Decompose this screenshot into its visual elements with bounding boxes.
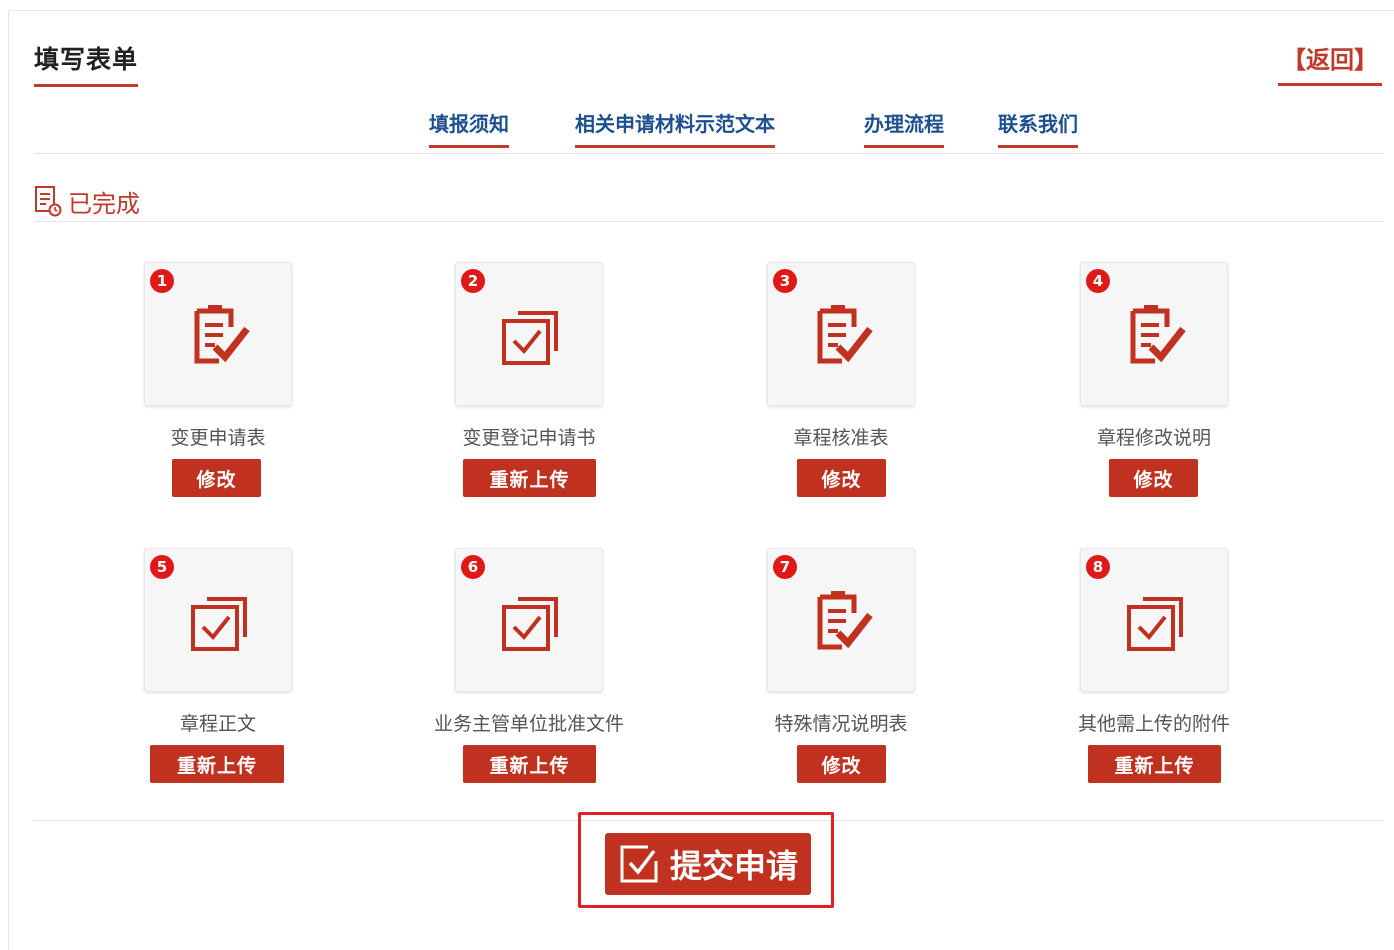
status-label: 已完成 — [68, 189, 140, 218]
reupload-button[interactable]: 重新上传 — [150, 745, 284, 783]
doc-card-5[interactable]: 5 — [144, 548, 292, 692]
upload-check-icon — [502, 597, 558, 651]
divider — [34, 153, 1384, 154]
form-check-icon — [194, 305, 250, 364]
step-number-badge: 1 — [150, 269, 174, 293]
doc-card-1[interactable]: 1 — [144, 262, 292, 406]
doc-label: 章程核准表 — [793, 427, 889, 449]
step-number-badge: 2 — [461, 269, 485, 293]
upload-check-icon — [1127, 597, 1183, 651]
doc-card-4[interactable]: 4 — [1080, 262, 1228, 406]
doc-label: 特殊情况说明表 — [774, 713, 908, 735]
reupload-button[interactable]: 重新上传 — [1088, 745, 1221, 783]
edit-button[interactable]: 修改 — [1109, 459, 1198, 497]
step-number-badge: 4 — [1086, 269, 1110, 293]
edit-button[interactable]: 修改 — [797, 459, 886, 497]
info-tabs: 填报须知 相关申请材料示范文本 办理流程 联系我们 — [0, 108, 1394, 152]
upload-check-icon — [502, 311, 558, 365]
tab-contact-us[interactable]: 联系我们 — [998, 108, 1078, 148]
back-link[interactable]: 【返回】 — [1278, 40, 1382, 86]
document-status-icon — [35, 186, 62, 217]
doc-label: 变更申请表 — [170, 427, 266, 449]
step-number-badge: 7 — [773, 555, 797, 579]
doc-card-3[interactable]: 3 — [767, 262, 915, 406]
divider — [34, 221, 1384, 222]
doc-label: 其他需上传的附件 — [1077, 713, 1230, 735]
doc-label: 章程正文 — [179, 713, 256, 735]
upload-check-icon — [191, 597, 247, 651]
step-number-badge: 8 — [1086, 555, 1110, 579]
reupload-button[interactable]: 重新上传 — [463, 745, 596, 783]
submit-label: 提交申请 — [669, 847, 798, 885]
doc-label: 变更登记申请书 — [462, 427, 596, 449]
step-number-badge: 6 — [461, 555, 485, 579]
tab-filing-notice[interactable]: 填报须知 — [429, 108, 509, 148]
doc-card-8[interactable]: 8 — [1080, 548, 1228, 692]
form-check-icon — [1130, 305, 1186, 364]
edit-button[interactable]: 修改 — [172, 459, 261, 497]
submit-application-button[interactable]: 提交申请 — [605, 833, 811, 895]
doc-label: 业务主管单位批准文件 — [433, 713, 624, 735]
doc-card-7[interactable]: 7 — [767, 548, 915, 692]
edit-button[interactable]: 修改 — [797, 745, 886, 783]
form-check-icon — [817, 305, 873, 364]
status-completed: 已完成 — [34, 184, 140, 218]
form-check-icon — [817, 591, 873, 650]
doc-card-6[interactable]: 6 — [455, 548, 603, 692]
doc-label: 章程修改说明 — [1096, 427, 1211, 449]
tab-sample-documents[interactable]: 相关申请材料示范文本 — [575, 108, 775, 148]
checkbox-submit-icon — [620, 845, 658, 883]
tab-process[interactable]: 办理流程 — [864, 108, 944, 148]
doc-card-2[interactable]: 2 — [455, 262, 603, 406]
step-number-badge: 3 — [773, 269, 797, 293]
step-number-badge: 5 — [150, 555, 174, 579]
page-title: 填写表单 — [34, 40, 139, 87]
reupload-button[interactable]: 重新上传 — [463, 459, 596, 497]
